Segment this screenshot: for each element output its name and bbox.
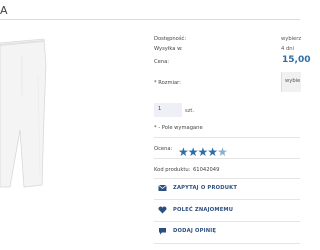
ask-about-product-label: ZAPYTAJ O PRODUKT xyxy=(173,185,238,191)
page-title: A xyxy=(0,4,9,17)
divider xyxy=(154,158,300,159)
rating-label: Ocena: xyxy=(154,146,173,152)
product-code-label: Kod produktu: xyxy=(154,167,191,173)
envelope-icon xyxy=(158,184,168,194)
add-review-button[interactable]: DODAJ OPINIĘ xyxy=(154,222,300,242)
star-icon: ★ xyxy=(187,145,199,159)
availability-label: Dostępność: xyxy=(154,36,187,42)
size-select[interactable]: wybie xyxy=(281,72,301,92)
recommend-to-friend-label: POLEĆ ZNAJOMEMU xyxy=(173,207,234,213)
shipping-label: Wysyłka w: xyxy=(154,46,183,52)
quantity-unit: szt. xyxy=(185,108,195,114)
star-icon: ★ xyxy=(178,145,189,159)
star-half-icon: ★ xyxy=(217,145,228,159)
divider xyxy=(154,137,300,138)
price-value: 15,00 xyxy=(282,55,311,65)
size-label: * Rozmiar: xyxy=(154,80,181,86)
required-note: * - Pole wymagane xyxy=(154,125,203,131)
star-icon: ★ xyxy=(197,145,209,159)
recommend-to-friend-button[interactable]: POLEĆ ZNAJOMEMU xyxy=(154,201,300,221)
product-image[interactable] xyxy=(0,35,50,195)
heart-icon xyxy=(158,206,168,216)
quantity-value: 1 xyxy=(158,106,162,112)
size-select-value: wybie xyxy=(285,78,301,84)
add-review-label: DODAJ OPINIĘ xyxy=(173,228,217,234)
availability-value: wybierz xyxy=(281,36,302,42)
quantity-input[interactable]: 1 xyxy=(154,103,182,117)
shipping-value: 4 dni xyxy=(281,46,294,52)
star-icon: ★ xyxy=(207,145,218,159)
price-label: Cena: xyxy=(154,59,170,65)
comment-icon xyxy=(158,227,168,237)
ask-about-product-button[interactable]: ZAPYTAJ O PRODUKT xyxy=(154,179,300,199)
title-divider xyxy=(0,19,300,20)
product-code-value: 61042049 xyxy=(193,167,220,173)
divider xyxy=(154,243,300,244)
divider xyxy=(154,199,300,200)
